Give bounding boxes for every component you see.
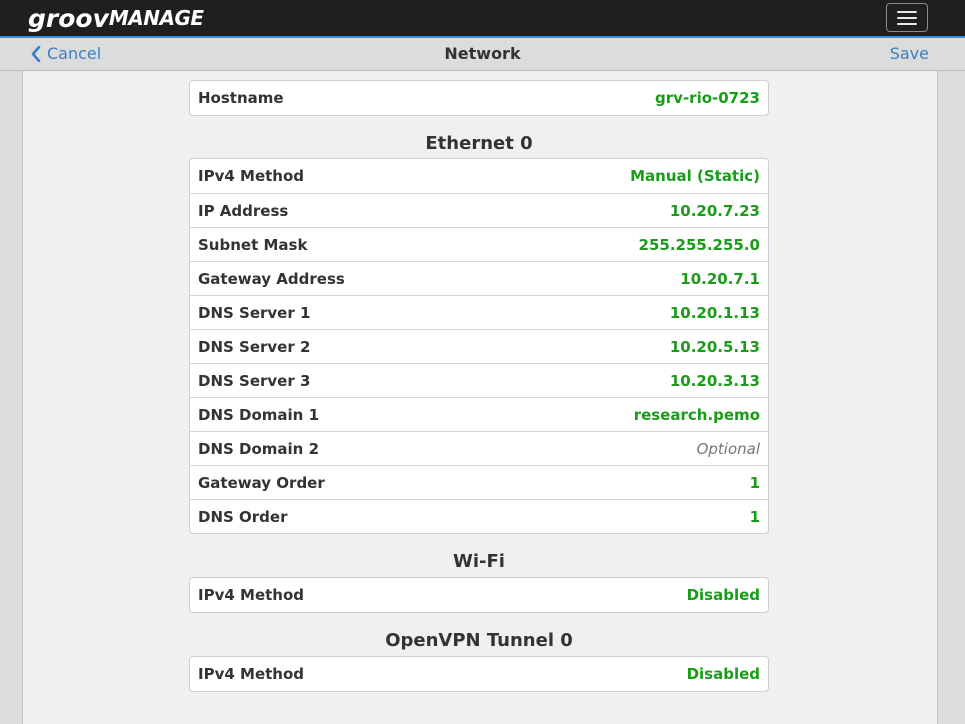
ethernet-row-dns-server-2[interactable]: DNS Server 2 10.20.5.13 <box>190 329 768 363</box>
row-label: DNS Server 2 <box>198 337 311 356</box>
row-value[interactable]: 10.20.7.23 <box>670 202 760 220</box>
row-label: Gateway Address <box>198 269 345 288</box>
ethernet-row-ipv4-method[interactable]: IPv4 Method Manual (Static) <box>190 159 768 193</box>
row-label: Hostname <box>198 89 284 107</box>
row-label: Subnet Mask <box>198 235 308 254</box>
hostname-group: Hostname grv-rio-0723 <box>189 80 769 116</box>
row-value[interactable]: 10.20.3.13 <box>670 372 760 390</box>
row-value[interactable]: Manual (Static) <box>630 167 760 185</box>
ethernet-row-subnet-mask[interactable]: Subnet Mask 255.255.255.0 <box>190 227 768 261</box>
logo-part-2: MANAGE <box>108 6 204 30</box>
top-bar: groov MANAGE <box>0 0 965 38</box>
hamburger-icon-line <box>897 10 917 13</box>
row-value[interactable]: research.pemo <box>634 406 760 424</box>
logo-part-1: groov <box>28 3 109 33</box>
row-value[interactable]: 1 <box>750 508 760 526</box>
hostname-value[interactable]: grv-rio-0723 <box>655 89 760 107</box>
save-button[interactable]: Save <box>890 44 929 63</box>
hostname-row[interactable]: Hostname grv-rio-0723 <box>190 81 768 115</box>
row-placeholder[interactable]: Optional <box>697 440 760 458</box>
hamburger-menu-button[interactable] <box>886 3 928 32</box>
hamburger-icon-line <box>897 22 917 25</box>
row-label: IP Address <box>198 201 289 220</box>
page-title: Network <box>444 44 521 63</box>
row-label: DNS Server 3 <box>198 371 311 390</box>
row-value[interactable]: 255.255.255.0 <box>639 236 760 254</box>
hamburger-icon-line <box>897 16 917 19</box>
section-title-ethernet: Ethernet 0 <box>425 133 533 154</box>
ethernet-row-dns-domain-2[interactable]: DNS Domain 2 Optional <box>190 431 768 465</box>
ethernet-row-ip-address[interactable]: IP Address 10.20.7.23 <box>190 193 768 227</box>
row-value[interactable]: 10.20.5.13 <box>670 338 760 356</box>
row-label: DNS Domain 2 <box>198 439 320 458</box>
row-value[interactable]: 10.20.7.1 <box>680 270 760 288</box>
row-value[interactable]: Disabled <box>687 665 760 683</box>
openvpn-row-ipv4-method[interactable]: IPv4 Method Disabled <box>190 657 768 691</box>
row-label: DNS Server 1 <box>198 303 311 322</box>
ethernet-row-dns-domain-1[interactable]: DNS Domain 1 research.pemo <box>190 397 768 431</box>
ethernet-row-dns-server-1[interactable]: DNS Server 1 10.20.1.13 <box>190 295 768 329</box>
section-title-openvpn: OpenVPN Tunnel 0 <box>385 630 573 651</box>
ethernet-row-gateway-address[interactable]: Gateway Address 10.20.7.1 <box>190 261 768 295</box>
ethernet-row-dns-server-3[interactable]: DNS Server 3 10.20.3.13 <box>190 363 768 397</box>
row-label: IPv4 Method <box>198 665 305 683</box>
row-label: IPv4 Method <box>198 167 305 185</box>
row-label: DNS Domain 1 <box>198 405 320 424</box>
groov-manage-logo[interactable]: groov MANAGE <box>28 3 204 33</box>
row-value[interactable]: 10.20.1.13 <box>670 304 760 322</box>
ethernet-row-dns-order[interactable]: DNS Order 1 <box>190 499 768 533</box>
section-title-wifi: Wi-Fi <box>453 551 505 572</box>
row-label: Gateway Order <box>198 473 325 492</box>
row-label: DNS Order <box>198 507 288 526</box>
openvpn-group: IPv4 Method Disabled <box>189 656 769 692</box>
ethernet-row-gateway-order[interactable]: Gateway Order 1 <box>190 465 768 499</box>
nav-bar: Cancel Network Save <box>0 38 965 71</box>
ethernet-group: IPv4 Method Manual (Static) IP Address 1… <box>189 158 769 534</box>
row-label: IPv4 Method <box>198 586 305 604</box>
row-value[interactable]: 1 <box>750 474 760 492</box>
row-value[interactable]: Disabled <box>687 586 760 604</box>
wifi-row-ipv4-method[interactable]: IPv4 Method Disabled <box>190 578 768 612</box>
wifi-group: IPv4 Method Disabled <box>189 577 769 613</box>
